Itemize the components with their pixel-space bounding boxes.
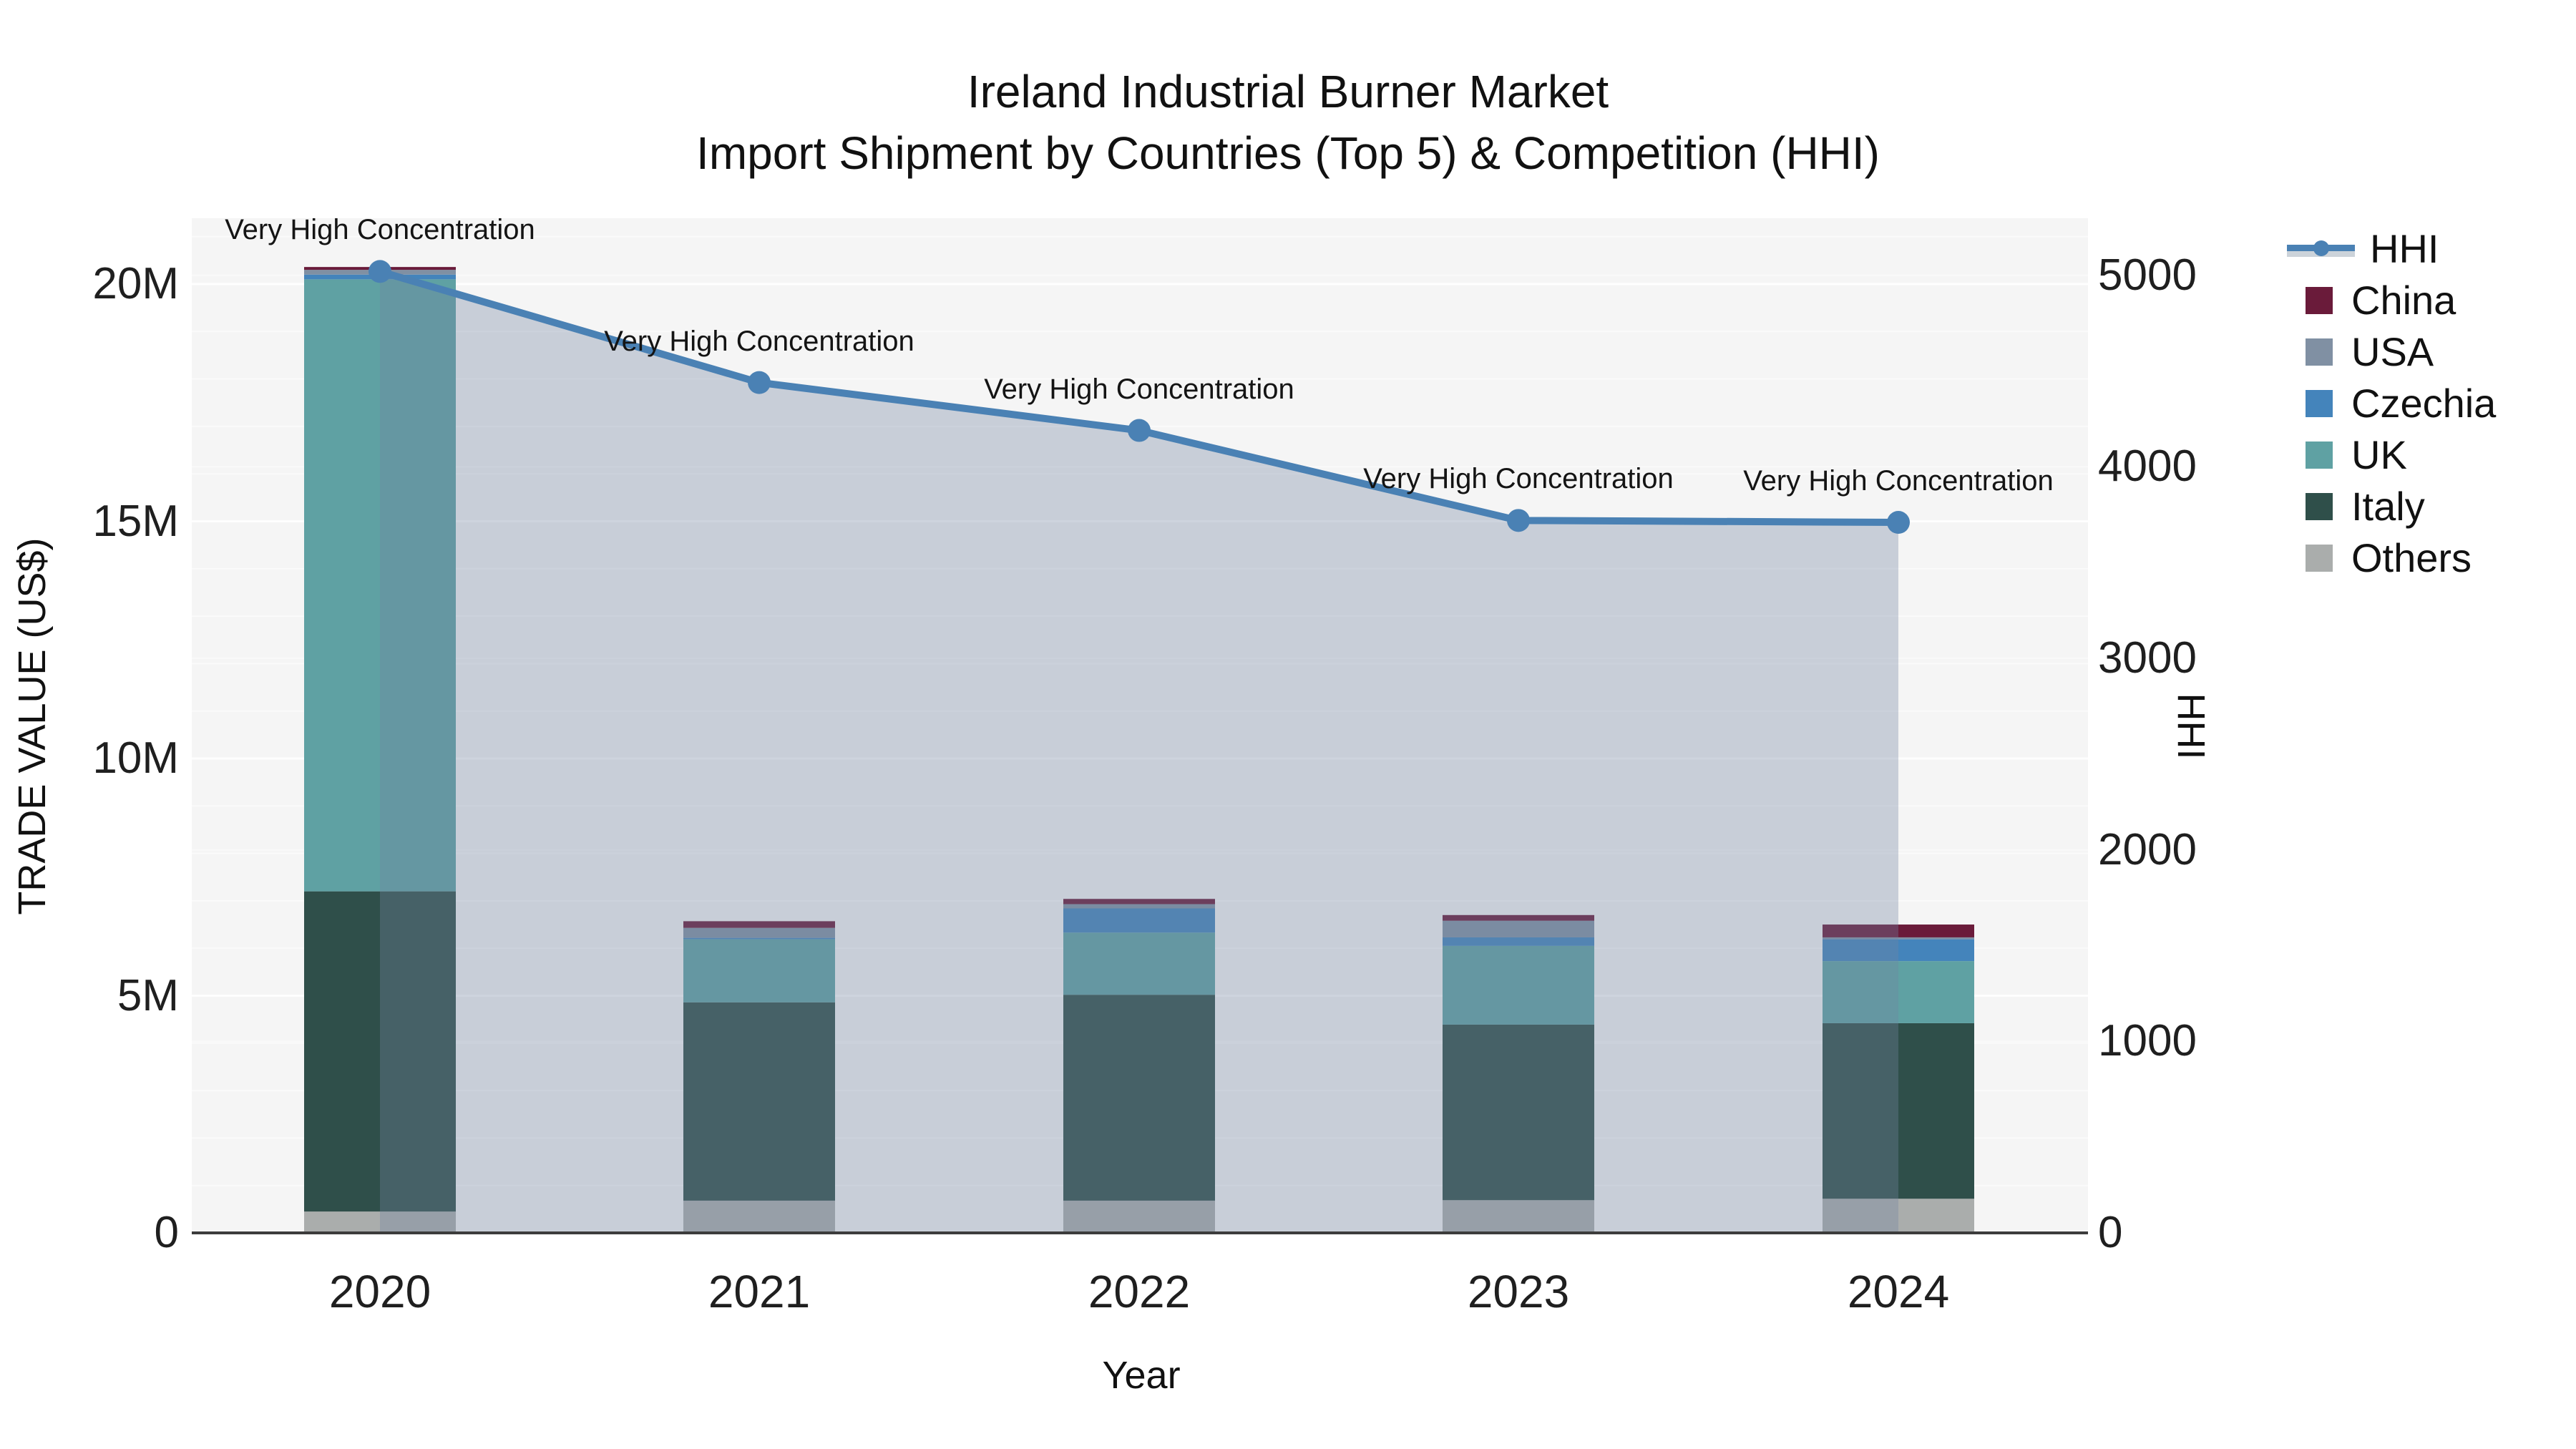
annotation-2020: Very High Concentration (225, 214, 535, 246)
y-right-tick: 1000 (2098, 1016, 2197, 1066)
x-axis-title: Year (1102, 1354, 1181, 1397)
hhi-marker-2021[interactable] (748, 371, 771, 394)
uk-color-swatch (2306, 441, 2333, 469)
legend-item-czechia[interactable]: Czechia (2287, 378, 2496, 429)
y-right-tick: 4000 (2098, 441, 2197, 492)
x-tick-2023: 2023 (1467, 1266, 1570, 1317)
legend-item-uk[interactable]: UK (2287, 429, 2407, 481)
legend-item-hhi[interactable]: HHI (2287, 223, 2439, 275)
china-color-swatch (2306, 287, 2333, 314)
x-tick-2021: 2021 (708, 1266, 811, 1317)
legend-label: Czechia (2351, 381, 2497, 426)
legend-label: Italy (2351, 484, 2425, 529)
hhi-marker-2024[interactable] (1887, 511, 1910, 535)
hhi-marker-swatch (2313, 240, 2329, 256)
x-axis-line (192, 1231, 2088, 1234)
y-axis-right-title: HHI (2170, 693, 2212, 760)
x-tick-2024: 2024 (1847, 1266, 1950, 1317)
x-tick-2020: 2020 (328, 1266, 431, 1317)
chart-canvas (192, 235, 2088, 1234)
legend-item-others[interactable]: Others (2287, 532, 2472, 584)
annotation-2024: Very High Concentration (1743, 465, 2054, 497)
others-color-swatch (2306, 545, 2333, 572)
hhi-line-legend-icon (2287, 235, 2355, 263)
hhi-area-fill (380, 271, 1898, 1234)
annotation-2021: Very High Concentration (604, 325, 914, 357)
hhi-marker-2023[interactable] (1507, 509, 1530, 532)
hhi-marker-2022[interactable] (1128, 419, 1151, 442)
legend-item-china[interactable]: China (2287, 275, 2456, 326)
x-tick-2022: 2022 (1088, 1266, 1191, 1317)
plot-area (192, 218, 2088, 1234)
legend-item-italy[interactable]: Italy (2287, 481, 2425, 532)
chart-title-line1: Ireland Industrial Burner Market (967, 66, 1609, 117)
legend-item-usa[interactable]: USA (2287, 326, 2434, 378)
y-left-tick: 20M (92, 259, 179, 308)
y-axis-left-title: TRADE VALUE (US$) (11, 537, 54, 915)
legend-label: USA (2351, 329, 2434, 374)
legend-label: HHI (2370, 226, 2439, 271)
hhi-marker-2020[interactable] (369, 260, 391, 283)
annotation-2023: Very High Concentration (1363, 463, 1674, 495)
annotation-2022: Very High Concentration (984, 373, 1294, 405)
chart-title-line2: Import Shipment by Countries (Top 5) & C… (696, 127, 1880, 179)
legend-label: UK (2351, 432, 2407, 477)
figure: Ireland Industrial Burner Market Import … (0, 0, 2576, 1449)
czechia-color-swatch (2306, 390, 2333, 417)
y-left-tick: 0 (154, 1208, 179, 1257)
legend-label: China (2351, 278, 2457, 323)
y-left-tick: 5M (117, 970, 179, 1020)
usa-color-swatch (2306, 338, 2333, 366)
y-right-tick: 5000 (2098, 250, 2197, 300)
legend-label: Others (2351, 535, 2472, 580)
italy-color-swatch (2306, 493, 2333, 520)
y-right-tick: 0 (2098, 1208, 2123, 1257)
